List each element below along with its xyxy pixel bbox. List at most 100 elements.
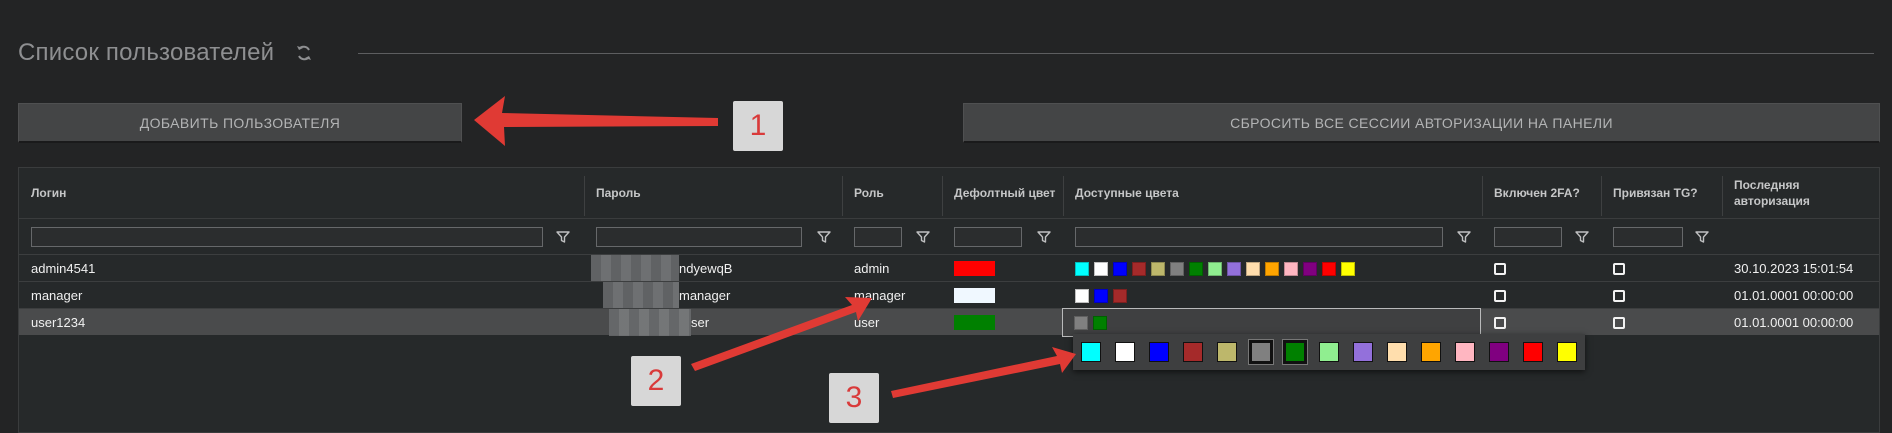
table-row[interactable]: admin4541 ndyewqB admin 30.10.2023 15:01… [19, 254, 1879, 282]
color-swatch[interactable] [1227, 261, 1241, 276]
filter-icon[interactable] [1457, 230, 1471, 244]
color-swatch[interactable] [1189, 261, 1203, 276]
color-swatch[interactable] [1113, 288, 1127, 303]
filter-icon[interactable] [1037, 230, 1051, 244]
arrow-1 [474, 96, 718, 146]
filter-input-default-color[interactable] [954, 227, 1022, 247]
cell-2fa[interactable] [1494, 255, 1506, 282]
color-swatch[interactable] [1074, 315, 1088, 330]
palette-color-swatch[interactable] [1081, 342, 1101, 362]
cell-password: manager [679, 288, 731, 303]
filter-row [19, 218, 1879, 254]
checkbox-2fa[interactable] [1494, 262, 1506, 275]
title-row: Список пользователей [18, 34, 1874, 72]
column-header-password[interactable]: Пароль [584, 168, 842, 218]
color-swatch[interactable] [1246, 261, 1260, 276]
cell-tg[interactable] [1613, 282, 1625, 309]
filter-icon[interactable] [1695, 230, 1709, 244]
available-colors-editor[interactable] [1062, 308, 1481, 337]
column-header-tg[interactable]: Привязан TG? [1601, 168, 1722, 218]
color-swatch[interactable] [1341, 261, 1355, 276]
filter-icon[interactable] [1575, 230, 1589, 244]
default-color-swatch[interactable] [954, 261, 995, 276]
color-palette-popup[interactable] [1073, 334, 1585, 370]
cell-login: user1234 [31, 315, 86, 330]
cell-2fa[interactable] [1494, 309, 1506, 336]
column-header-2fa[interactable]: Включен 2FA? [1482, 168, 1601, 218]
cell-last-auth: 01.01.0001 00:00:00 [1734, 288, 1854, 303]
filter-input-role[interactable] [854, 227, 902, 247]
checkbox-2fa[interactable] [1494, 316, 1506, 329]
cell-tg[interactable] [1613, 309, 1625, 336]
callout-1: 1 [733, 101, 783, 151]
color-swatch[interactable] [1093, 315, 1107, 330]
filter-icon[interactable] [817, 230, 831, 244]
checkbox-2fa[interactable] [1494, 289, 1506, 302]
available-colors-list[interactable] [1075, 282, 1132, 309]
cell-last-auth: 30.10.2023 15:01:54 [1734, 261, 1854, 276]
color-swatch[interactable] [1170, 261, 1184, 276]
color-swatch[interactable] [1113, 261, 1127, 276]
palette-color-swatch[interactable] [1283, 340, 1307, 364]
cell-password: ser [691, 315, 710, 330]
column-header-last-auth[interactable]: Последняя авторизация [1722, 168, 1842, 218]
color-swatch[interactable] [1132, 261, 1146, 276]
users-table: Логин Пароль Роль Дефолтный цвет Доступн… [18, 167, 1880, 433]
cell-role: user [854, 315, 880, 330]
checkbox-tg[interactable] [1613, 289, 1625, 302]
palette-color-swatch[interactable] [1455, 342, 1475, 362]
palette-color-swatch[interactable] [1523, 342, 1543, 362]
checkbox-tg[interactable] [1613, 316, 1625, 329]
title-divider [358, 53, 1874, 54]
filter-input-tg[interactable] [1613, 227, 1683, 247]
column-header-available-colors[interactable]: Доступные цвета [1063, 168, 1482, 218]
available-colors-list[interactable] [1074, 309, 1112, 336]
filter-input-2fa[interactable] [1494, 227, 1562, 247]
cell-role: admin [854, 261, 890, 276]
palette-color-swatch[interactable] [1353, 342, 1373, 362]
reset-sessions-button[interactable]: СБРОСИТЬ ВСЕ СЕССИИ АВТОРИЗАЦИИ НА ПАНЕЛ… [963, 103, 1880, 143]
cell-login: manager [31, 288, 83, 303]
column-header-login[interactable]: Логин [19, 168, 584, 218]
callout-2: 2 [631, 356, 681, 406]
color-swatch[interactable] [1322, 261, 1336, 276]
palette-color-swatch[interactable] [1489, 342, 1509, 362]
default-color-swatch[interactable] [954, 315, 995, 330]
table-row[interactable]: manager manager manager 01.01.0001 00:00… [19, 281, 1879, 309]
filter-input-password[interactable] [596, 227, 802, 247]
color-swatch[interactable] [1208, 261, 1222, 276]
color-swatch[interactable] [1303, 261, 1317, 276]
checkbox-tg[interactable] [1613, 262, 1625, 275]
palette-color-swatch[interactable] [1387, 342, 1407, 362]
table-row[interactable]: user1234 ser user 01.01.0001 00:00:00 [19, 308, 1879, 336]
column-header-role[interactable]: Роль [842, 168, 942, 218]
cell-2fa[interactable] [1494, 282, 1506, 309]
column-header-default-color[interactable]: Дефолтный цвет [942, 168, 1063, 218]
filter-icon[interactable] [556, 230, 570, 244]
color-swatch[interactable] [1265, 261, 1279, 276]
filter-input-login[interactable] [31, 227, 543, 247]
palette-color-swatch[interactable] [1115, 342, 1135, 362]
palette-color-swatch[interactable] [1557, 342, 1577, 362]
palette-color-swatch[interactable] [1183, 342, 1203, 362]
color-swatch[interactable] [1075, 261, 1089, 276]
cell-role: manager [854, 288, 906, 303]
palette-color-swatch[interactable] [1319, 342, 1339, 362]
default-color-swatch[interactable] [954, 288, 995, 303]
color-swatch[interactable] [1094, 261, 1108, 276]
palette-color-swatch[interactable] [1249, 340, 1273, 364]
cell-password: ndyewqB [679, 261, 733, 276]
color-swatch[interactable] [1075, 288, 1089, 303]
palette-color-swatch[interactable] [1217, 342, 1237, 362]
filter-input-available-colors[interactable] [1075, 227, 1443, 247]
available-colors-list[interactable] [1075, 255, 1360, 282]
color-swatch[interactable] [1284, 261, 1298, 276]
refresh-icon[interactable] [294, 43, 314, 63]
color-swatch[interactable] [1151, 261, 1165, 276]
palette-color-swatch[interactable] [1421, 342, 1441, 362]
add-user-button[interactable]: ДОБАВИТЬ ПОЛЬЗОВАТЕЛЯ [18, 103, 462, 143]
color-swatch[interactable] [1094, 288, 1108, 303]
cell-tg[interactable] [1613, 255, 1625, 282]
filter-icon[interactable] [916, 230, 930, 244]
palette-color-swatch[interactable] [1149, 342, 1169, 362]
